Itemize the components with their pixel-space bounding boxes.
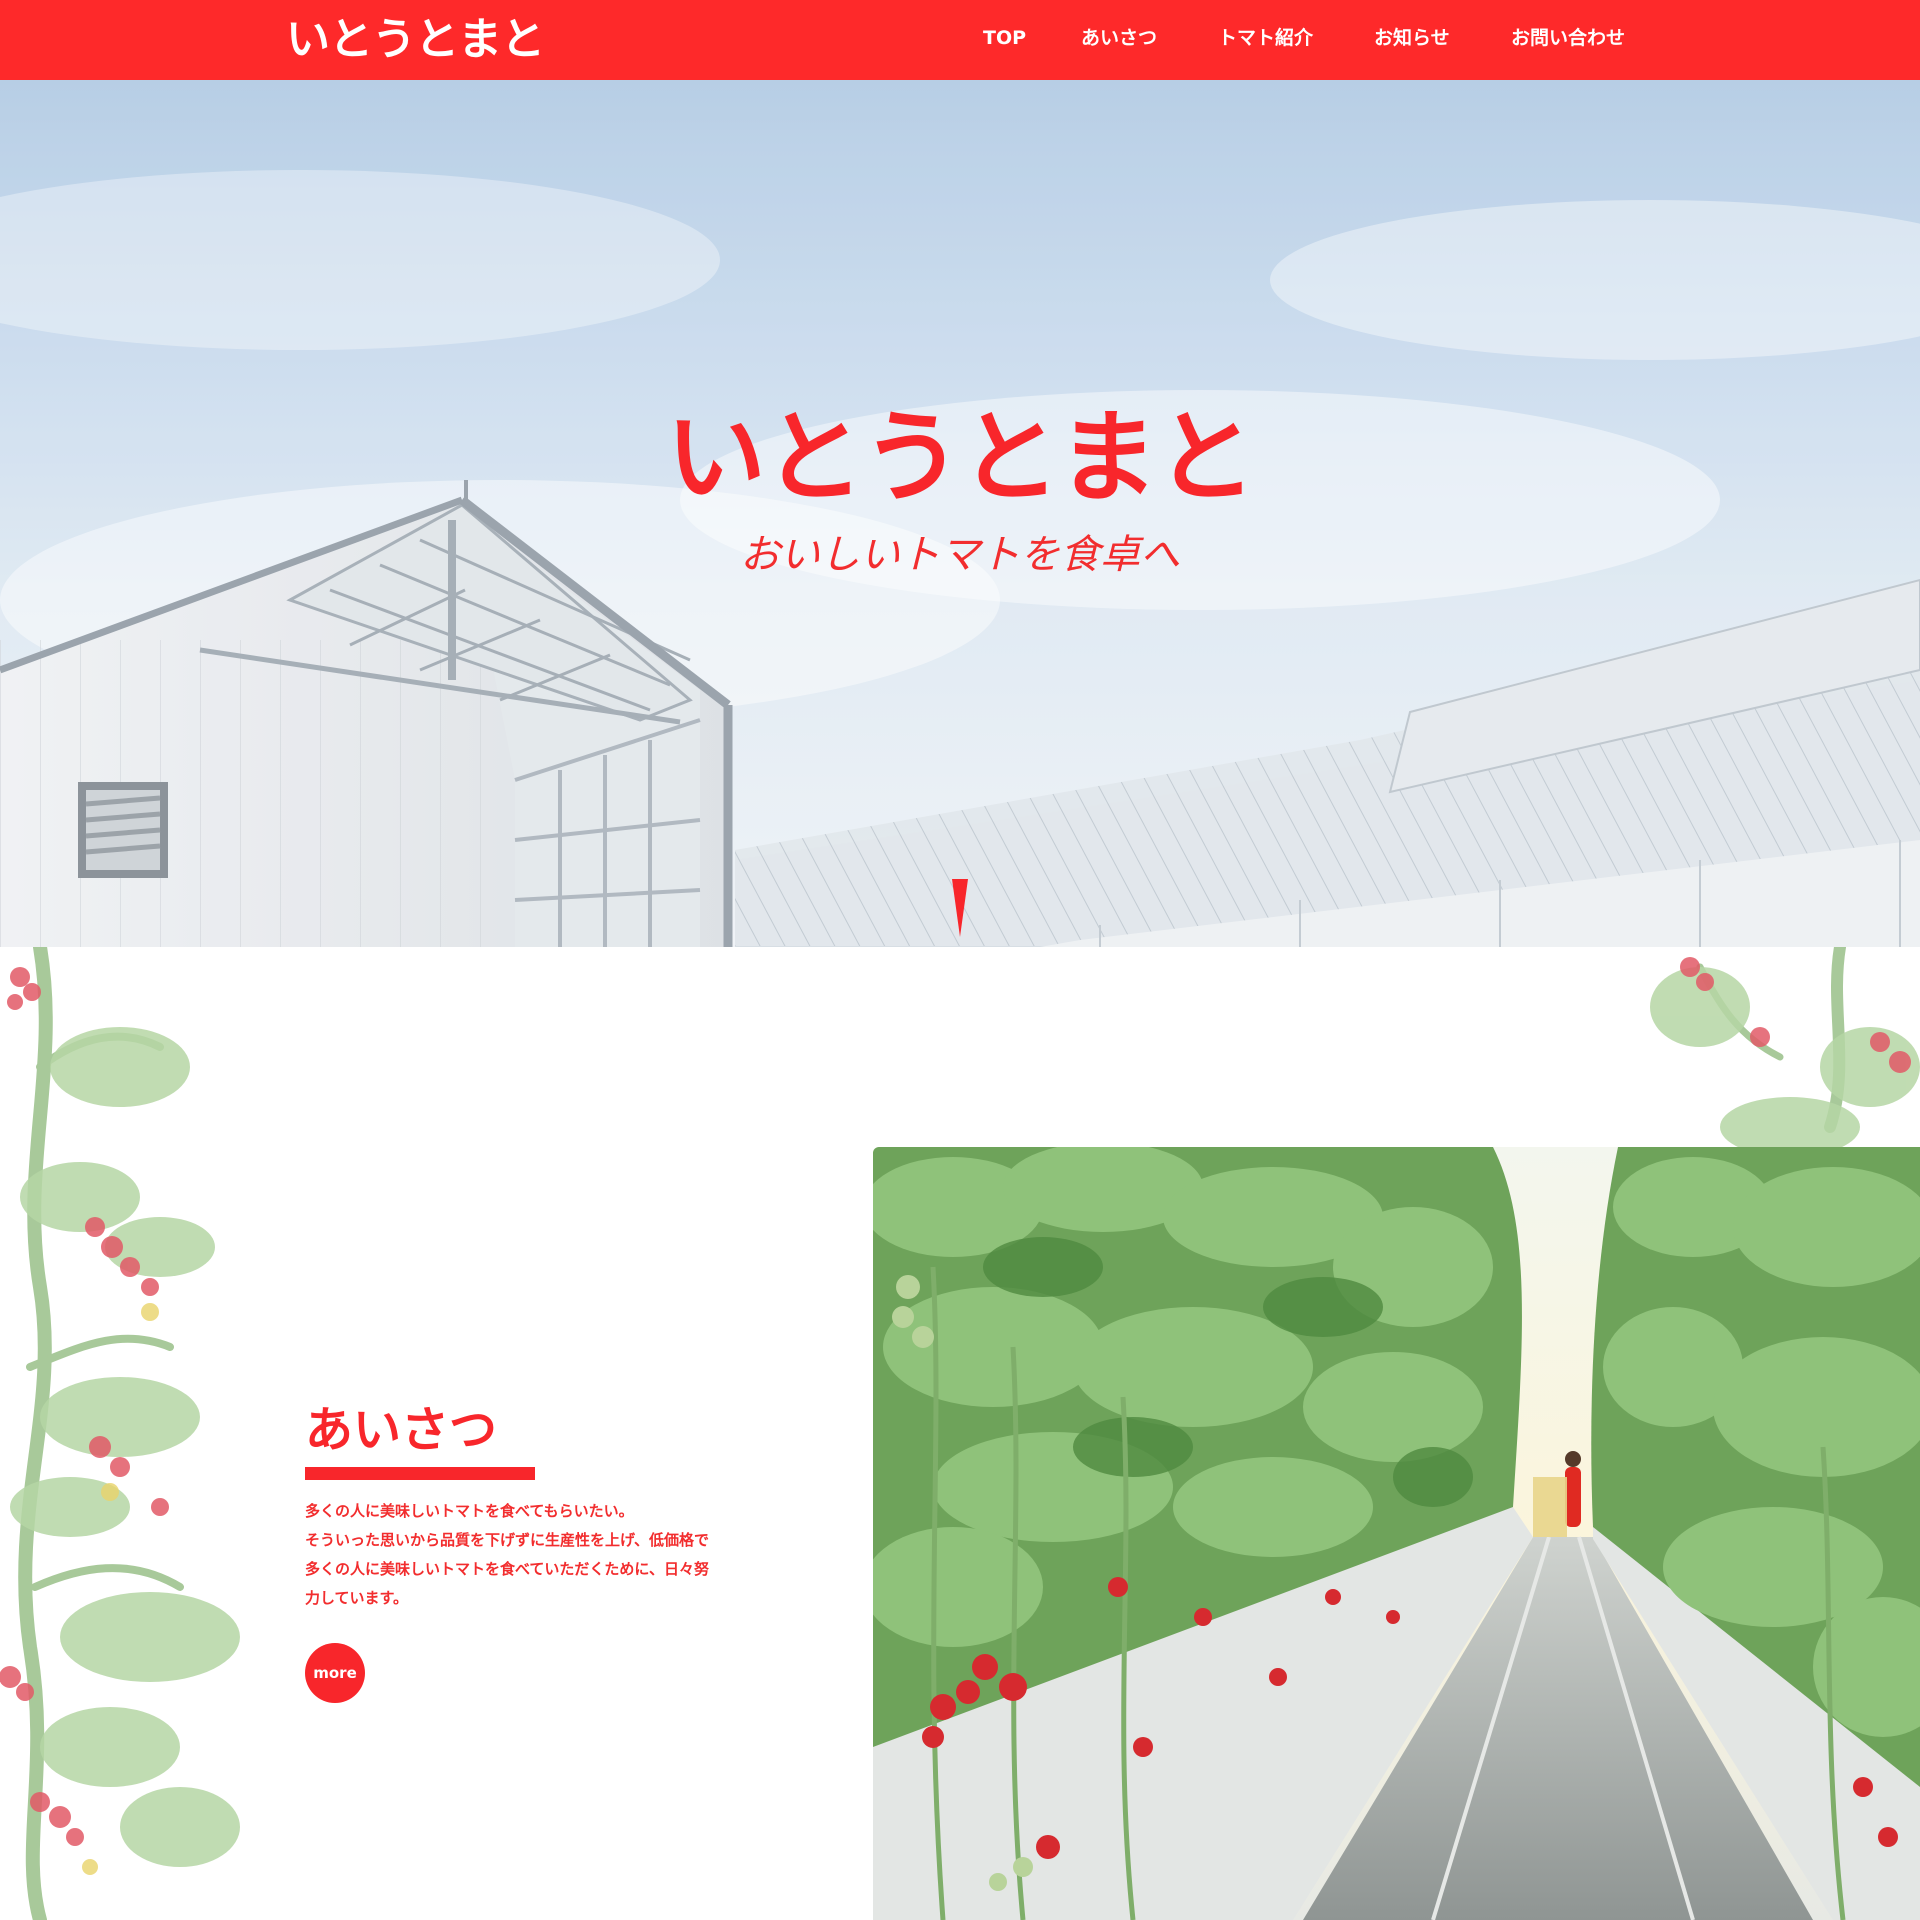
more-button[interactable]: more	[305, 1643, 365, 1703]
nav-item-contact[interactable]: お問い合わせ	[1511, 0, 1625, 80]
hero-section: いとうとまと おいしいトマトを食卓へ	[0, 80, 1920, 947]
nav-item-top[interactable]: TOP	[983, 0, 1026, 80]
heading-underline	[305, 1467, 535, 1480]
scroll-down-arrow-icon[interactable]	[952, 879, 968, 937]
greenhouse-aisle-image	[873, 1147, 1920, 1920]
nav-item-news[interactable]: お知らせ	[1374, 0, 1450, 80]
nav-item-greeting[interactable]: あいさつ	[1081, 0, 1157, 80]
hero-tagline: おいしいトマトを食卓へ	[740, 532, 1180, 578]
tomato-greenhouse-photo	[873, 1147, 1920, 1920]
main-nav: TOP あいさつ トマト紹介 お知らせ お問い合わせ	[0, 0, 1920, 80]
site-header: いとうとまと TOP あいさつ トマト紹介 お知らせ お問い合わせ	[0, 0, 1920, 80]
hero-title: いとうとまと	[666, 399, 1256, 516]
nav-item-tomatoes[interactable]: トマト紹介	[1218, 0, 1313, 80]
greeting-body-text: 多くの人に美味しいトマトを食べてもらいたい。 そういった思いから品質を下げずに生…	[305, 1502, 709, 1607]
greeting-heading: あいさつ	[305, 1402, 498, 1458]
